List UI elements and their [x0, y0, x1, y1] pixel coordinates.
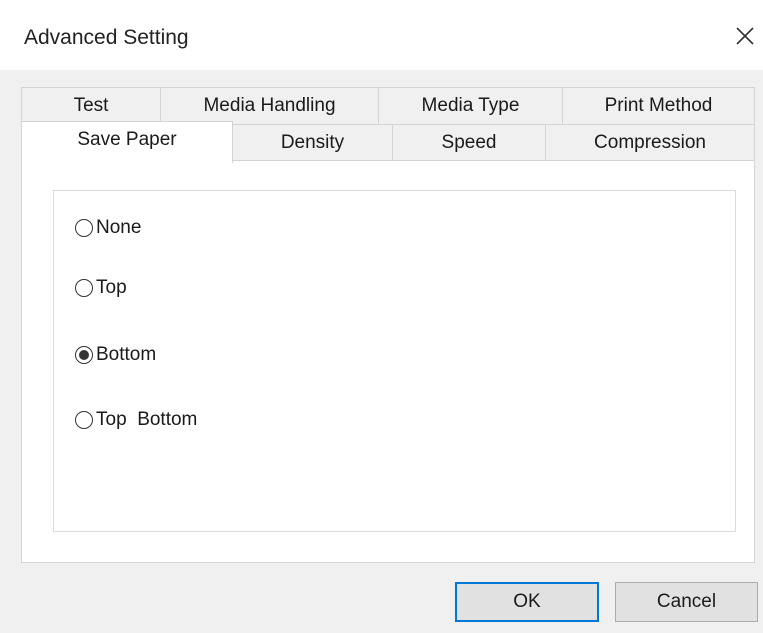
tab-label: Media Type — [421, 95, 520, 116]
ok-button[interactable]: OK — [455, 582, 599, 622]
radio-button-icon — [75, 411, 93, 429]
tab-speed[interactable]: Speed — [392, 124, 546, 162]
close-button[interactable] — [731, 22, 759, 50]
tab-save-paper[interactable]: Save Paper — [21, 121, 233, 163]
radio-bottom[interactable]: Bottom — [75, 340, 156, 370]
radio-selected-dot — [79, 350, 89, 360]
tab-density[interactable]: Density — [232, 124, 393, 162]
tab-test[interactable]: Test — [21, 87, 161, 125]
tab-label: Save Paper — [77, 128, 177, 150]
radio-label: None — [96, 217, 142, 238]
tab-media-type[interactable]: Media Type — [378, 87, 563, 125]
close-icon — [736, 27, 754, 45]
radio-button-icon — [75, 346, 93, 364]
tab-media-handling[interactable]: Media Handling — [160, 87, 379, 125]
window-title: Advanced Setting — [24, 26, 189, 49]
radio-label: Bottom — [96, 344, 157, 365]
tab-compression[interactable]: Compression — [545, 124, 755, 162]
cancel-button[interactable]: Cancel — [615, 582, 758, 622]
radio-top[interactable]: Top — [75, 273, 127, 303]
tab-print-method[interactable]: Print Method — [562, 87, 755, 125]
tab-label: Compression — [594, 132, 706, 153]
title-bar: Advanced Setting — [0, 0, 763, 70]
tab-label: Media Handling — [203, 95, 336, 116]
radio-button-icon — [75, 219, 93, 237]
radio-label: Top — [96, 277, 127, 298]
radio-button-icon — [75, 279, 93, 297]
radio-label: Top Bottom — [96, 409, 198, 430]
radio-top-bottom[interactable]: Top Bottom — [75, 405, 197, 435]
tab-label: Test — [73, 95, 109, 116]
tab-label: Density — [280, 132, 345, 153]
tab-label: Speed — [441, 132, 497, 153]
radio-none[interactable]: None — [75, 213, 141, 243]
tab-label: Print Method — [604, 95, 713, 116]
